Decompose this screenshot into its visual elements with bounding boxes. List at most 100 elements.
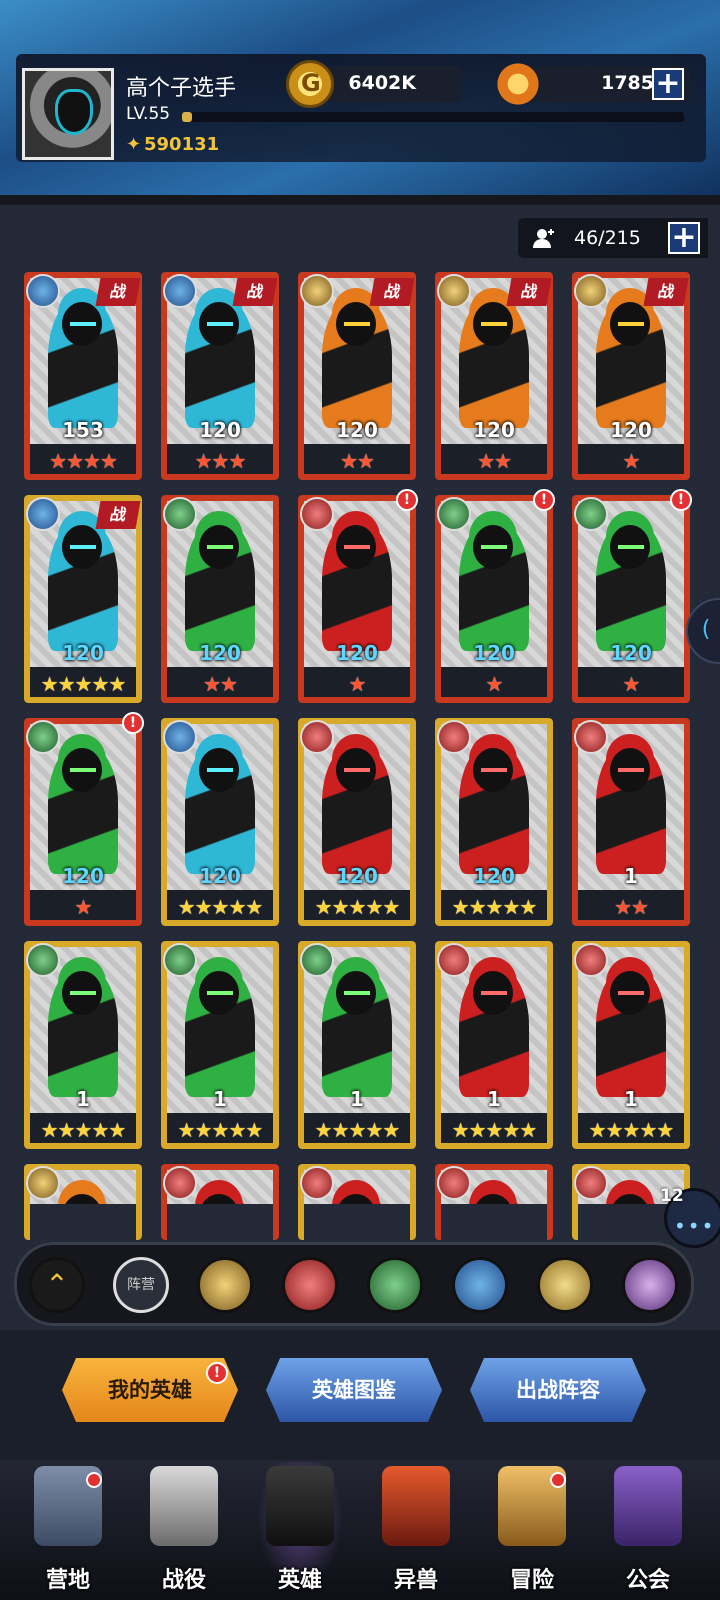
hero-card[interactable]: 1 ★★★★★	[161, 941, 279, 1149]
star-icon: ★	[365, 895, 383, 919]
star-icon: ★	[194, 1118, 213, 1142]
star-icon: ★	[382, 895, 400, 919]
star-icon: ★	[588, 1118, 607, 1142]
fire-faction-icon	[437, 943, 471, 977]
sun-faction-icon	[437, 274, 471, 308]
hero-card[interactable]	[161, 1164, 279, 1240]
star-icon: ★	[631, 895, 649, 919]
faction-filter-bar: ⌃ 阵营	[14, 1242, 694, 1326]
nav-item-4[interactable]: 冒险	[482, 1462, 582, 1600]
nav-item-2[interactable]: 英雄	[250, 1462, 350, 1600]
nav-label: 战役	[161, 1568, 206, 1593]
hero-card[interactable]: 1 ★★★★★	[572, 941, 690, 1149]
filter-sun-icon[interactable]	[197, 1257, 253, 1313]
hero-card[interactable]: 战 120 ★	[572, 272, 690, 480]
hero-stars: ★★	[572, 896, 690, 918]
hero-alert-badge: !	[670, 489, 692, 511]
hero-card[interactable]: 120 ★	[435, 495, 553, 703]
hero-stars: ★★★	[161, 450, 279, 472]
fire-faction-icon	[437, 1166, 471, 1200]
hero-card[interactable]: 120 ★★	[161, 495, 279, 703]
hero-stars: ★★	[161, 673, 279, 695]
notification-dot	[550, 1472, 566, 1488]
tab-hero-codex[interactable]: 英雄图鉴	[266, 1358, 442, 1422]
hero-card[interactable]: 120 ★★★★★	[298, 718, 416, 926]
chat-bubble-icon: •••	[674, 1214, 716, 1238]
hero-card[interactable]: 战 120 ★★	[435, 272, 553, 480]
xp-bar	[182, 112, 684, 122]
star-icon: ★	[74, 895, 93, 919]
hero-card[interactable]: 1 ★★★★★	[24, 941, 142, 1149]
star-icon: ★	[331, 1118, 350, 1142]
hero-card[interactable]: 120 ★★★★★	[161, 718, 279, 926]
hero-level: 120	[610, 418, 652, 442]
hero-card[interactable]	[435, 1164, 553, 1240]
player-avatar[interactable]	[22, 68, 114, 160]
nav-item-3[interactable]: 异兽	[366, 1462, 466, 1600]
hero-card[interactable]: 战 120 ★★★	[161, 272, 279, 480]
hero-card[interactable]: 120 ★	[24, 718, 142, 926]
nature-faction-icon	[300, 943, 334, 977]
hero-card[interactable]: 1 ★★★★★	[298, 941, 416, 1149]
in-battle-tag: 战	[643, 278, 689, 306]
hero-stars: ★★★★★	[572, 1119, 690, 1141]
hero-card[interactable]: 120 ★★★★★	[435, 718, 553, 926]
star-icon: ★	[519, 1118, 537, 1142]
nav-item-5[interactable]: 公会	[598, 1462, 698, 1600]
hero-card[interactable]: 战 153 ★★★★	[24, 272, 142, 480]
filter-all-factions[interactable]: 阵营	[113, 1257, 169, 1313]
star-icon: ★	[605, 1118, 624, 1142]
collapse-filter-button[interactable]: ⌃	[29, 1257, 85, 1313]
nav-label: 冒险	[509, 1568, 554, 1593]
star-icon: ★	[177, 895, 196, 919]
star-icon: ★	[74, 1118, 93, 1142]
nav-label: 营地	[45, 1568, 90, 1593]
hero-level: 120	[336, 641, 378, 665]
nav-item-0[interactable]: 营地	[18, 1462, 118, 1600]
filter-dark-icon[interactable]	[622, 1257, 678, 1313]
power-icon: ✦	[126, 134, 142, 155]
star-icon: ★	[468, 1118, 487, 1142]
star-icon: ★	[451, 1118, 470, 1142]
filter-holy-icon[interactable]	[537, 1257, 593, 1313]
add-gems-button[interactable]: +	[652, 68, 684, 100]
hero-card[interactable]: 战 120 ★★	[298, 272, 416, 480]
star-icon: ★	[66, 449, 84, 473]
xp-bar-fill	[182, 112, 193, 122]
star-icon: ★	[365, 1118, 383, 1142]
notification-dot	[86, 1472, 102, 1488]
hero-card[interactable]: 120 ★	[298, 495, 416, 703]
nav-item-1[interactable]: 战役	[134, 1462, 234, 1600]
hero-stars: ★	[24, 896, 142, 918]
filter-nature-icon[interactable]	[367, 1257, 423, 1313]
star-icon: ★	[340, 449, 358, 473]
hero-level: 120	[473, 864, 515, 888]
star-icon: ★	[211, 1118, 230, 1142]
gem-currency[interactable]: 1785 +	[494, 60, 690, 108]
star-icon: ★	[83, 449, 101, 473]
hero-card[interactable]: 120 ★	[572, 495, 690, 703]
in-battle-tag: 战	[95, 278, 141, 306]
expand-roster-button[interactable]: +	[668, 222, 700, 254]
in-battle-tag: 战	[232, 278, 278, 306]
star-icon: ★	[502, 895, 520, 919]
hero-stars: ★	[572, 450, 690, 472]
filter-fire-icon[interactable]	[282, 1257, 338, 1313]
gem-amount: 1785	[601, 72, 654, 94]
app-root: 高个子选手 LV.55 ✦590131 6402K 1785 + 46/215 …	[0, 0, 720, 1600]
star-icon: ★	[177, 1118, 196, 1142]
hero-level: 120	[199, 641, 241, 665]
hero-stars: ★★★★★	[161, 896, 279, 918]
hero-card[interactable]: 战 120 ★★★★★	[24, 495, 142, 703]
hero-stars: ★★	[298, 450, 416, 472]
hero-card[interactable]	[24, 1164, 142, 1240]
hero-level: 120	[336, 418, 378, 442]
hero-card[interactable]	[298, 1164, 416, 1240]
nav-label: 英雄	[277, 1568, 322, 1593]
gold-currency[interactable]: 6402K	[286, 60, 462, 108]
crossed-swords-icon	[150, 1466, 218, 1546]
filter-water-icon[interactable]	[452, 1257, 508, 1313]
tab-battle-lineup[interactable]: 出战阵容	[470, 1358, 646, 1422]
hero-card[interactable]: 1 ★★★★★	[435, 941, 553, 1149]
hero-card[interactable]: 1 ★★	[572, 718, 690, 926]
